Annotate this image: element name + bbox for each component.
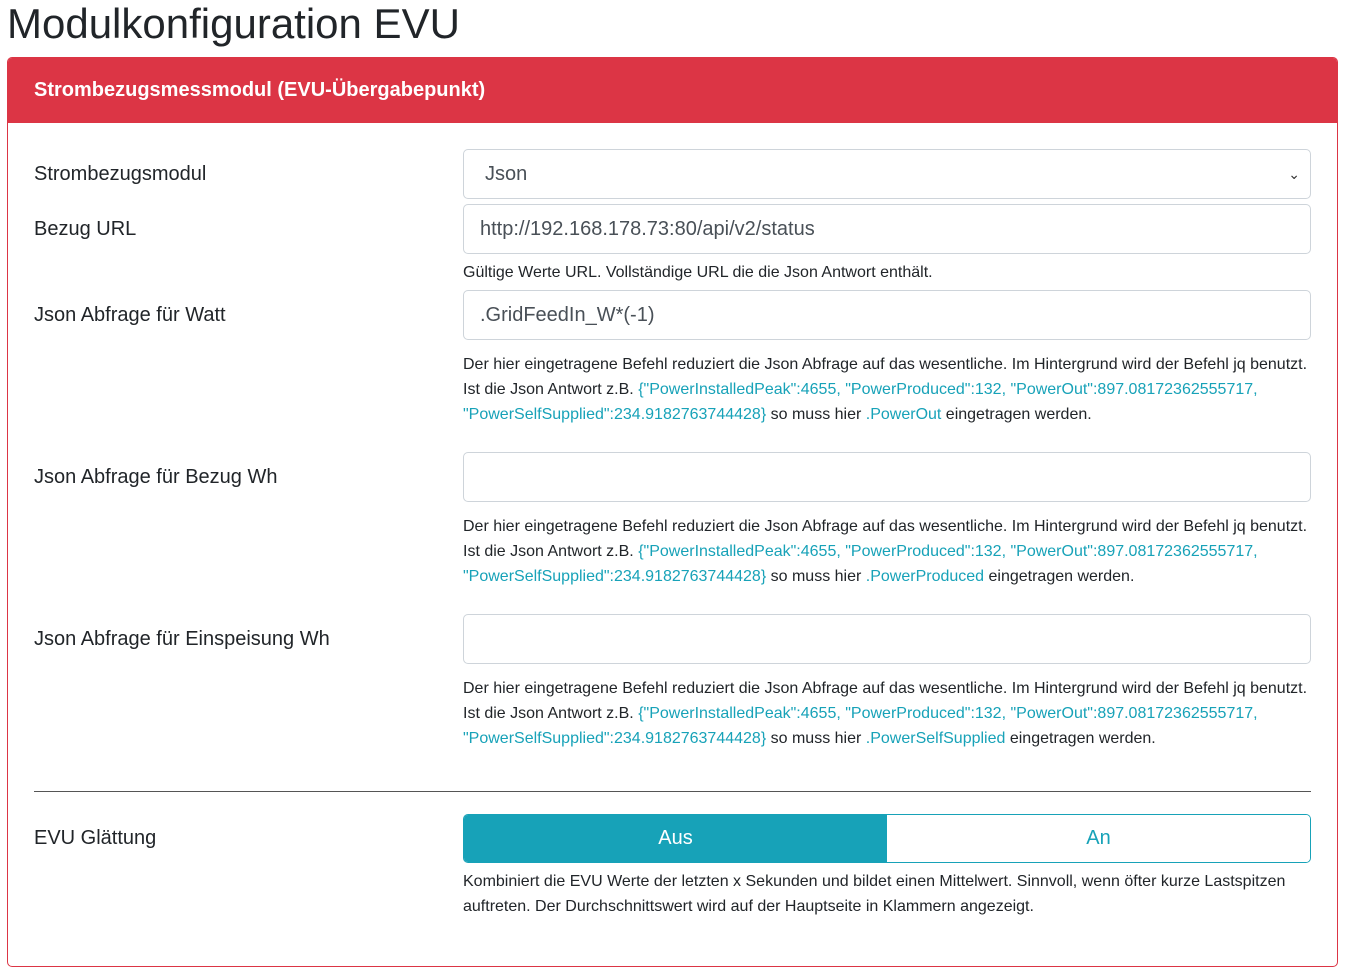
watt-label: Json Abfrage für Watt xyxy=(34,304,226,326)
json-key: .PowerOut xyxy=(865,406,942,423)
help-text: so muss hier xyxy=(766,730,866,747)
divider xyxy=(34,791,1311,792)
help-text: eingetragen werden. xyxy=(984,568,1135,585)
url-label: Bezug URL xyxy=(34,218,137,240)
url-input[interactable]: http://192.168.178.73:80/api/v2/status xyxy=(463,204,1311,254)
evu-card: Strombezugsmessmodul (EVU-Übergabepunkt)… xyxy=(7,57,1338,967)
card-header: Strombezugsmessmodul (EVU-Übergabepunkt) xyxy=(8,58,1337,123)
glaettung-label: EVU Glättung xyxy=(34,827,157,849)
watt-input[interactable]: .GridFeedIn_W*(-1) xyxy=(463,290,1311,340)
glaettung-help: Kombiniert die EVU Werte der letzten x S… xyxy=(463,873,1286,915)
page-title: Modulkonfiguration EVU xyxy=(7,0,460,47)
help-text: eingetragen werden. xyxy=(941,406,1092,423)
bezug-label: Json Abfrage für Bezug Wh xyxy=(34,466,278,488)
url-help: Gültige Werte URL. Vollständige URL die … xyxy=(463,264,933,281)
modul-select[interactable]: Json ⌄ xyxy=(463,149,1311,199)
help-text: so muss hier xyxy=(766,568,866,585)
help-text: Der hier eingetragene Befehl reduziert d… xyxy=(463,518,1308,535)
help-text: Ist die Json Antwort z.B. xyxy=(463,543,639,560)
einsp-label: Json Abfrage für Einspeisung Wh xyxy=(34,628,330,650)
chevron-down-icon: ⌄ xyxy=(1288,166,1300,182)
help-text: Der hier eingetragene Befehl reduziert d… xyxy=(463,680,1308,697)
modul-label: Strombezugsmodul xyxy=(34,163,207,185)
help-text: Ist die Json Antwort z.B. xyxy=(463,705,639,722)
glaettung-toggle: Aus An xyxy=(463,814,1311,863)
glaettung-on-button[interactable]: An xyxy=(887,815,1310,862)
help-text: Ist die Json Antwort z.B. xyxy=(463,381,639,398)
glaettung-off-button[interactable]: Aus xyxy=(464,815,887,862)
modul-value: Json xyxy=(485,163,528,185)
watt-help: Der hier eingetragene Befehl reduziert d… xyxy=(463,352,1311,427)
json-key: .PowerProduced xyxy=(865,568,985,585)
json-key: .PowerSelfSupplied xyxy=(865,730,1006,747)
bezug-input[interactable] xyxy=(463,452,1311,502)
help-text: Der hier eingetragene Befehl reduziert d… xyxy=(463,356,1308,373)
einsp-input[interactable] xyxy=(463,614,1311,664)
einsp-help: Der hier eingetragene Befehl reduziert d… xyxy=(463,676,1311,751)
bezug-help: Der hier eingetragene Befehl reduziert d… xyxy=(463,514,1311,589)
help-text: eingetragen werden. xyxy=(1005,730,1156,747)
help-text: so muss hier xyxy=(766,406,866,423)
